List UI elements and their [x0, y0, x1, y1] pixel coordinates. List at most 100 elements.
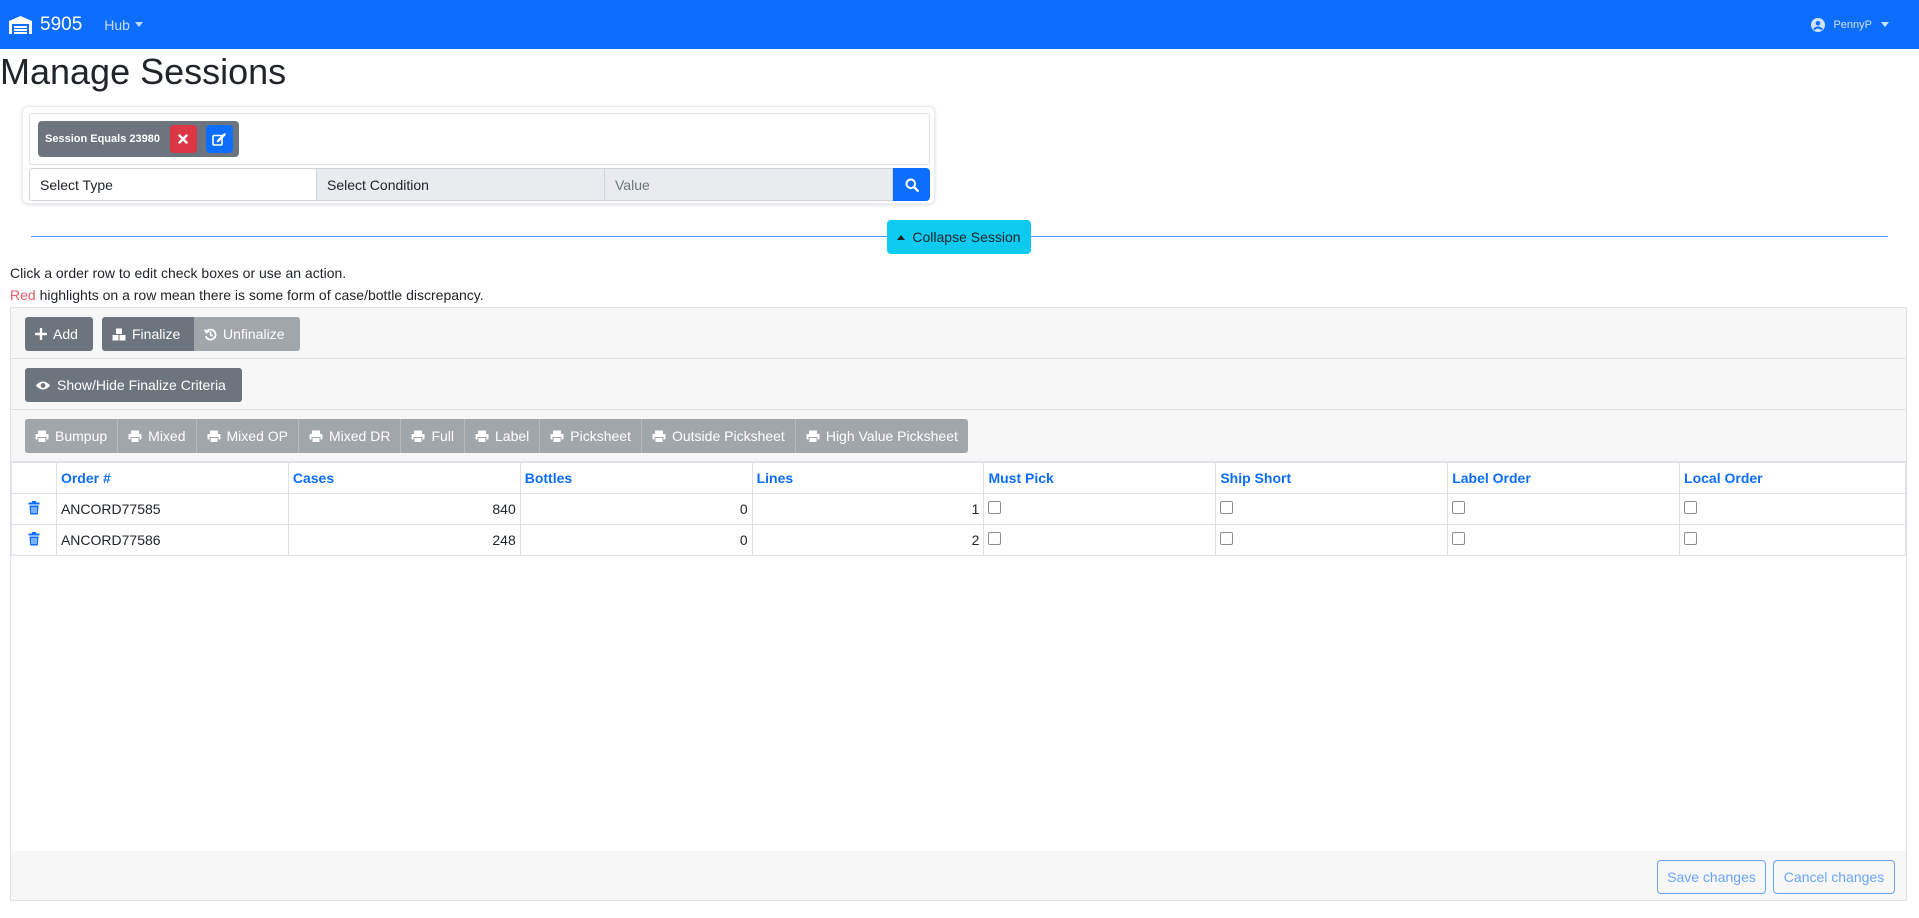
ship-short-checkbox[interactable] — [1220, 531, 1234, 545]
table-row[interactable]: ANCORD77586 248 0 2 — [11, 524, 1906, 556]
print-label: Mixed DR — [328, 428, 391, 444]
select-condition-dropdown[interactable]: Select Condition — [317, 168, 605, 201]
print-icon — [309, 430, 323, 443]
orders-panel: Add Finalize Unfinalize Show/Hide Finali… — [10, 307, 1907, 901]
collapse-session-label: Collapse Session — [912, 229, 1021, 245]
print-label: Picksheet — [570, 428, 631, 444]
hub-label: Hub — [104, 16, 130, 33]
label-order-checkbox[interactable] — [1452, 531, 1466, 545]
user-menu[interactable]: PennyP — [1811, 0, 1889, 49]
bottles-cell: 0 — [519, 493, 753, 525]
value-input[interactable]: Value — [605, 168, 893, 201]
print-icon — [207, 430, 221, 443]
lines-cell: 2 — [751, 524, 985, 556]
add-label: Add — [53, 326, 78, 342]
print-icon — [550, 430, 564, 443]
print-full-button[interactable]: Full — [401, 419, 466, 453]
select-type-dropdown[interactable]: Select Type — [29, 168, 317, 201]
print-label: Full — [431, 428, 455, 444]
cancel-changes-button[interactable]: Cancel changes — [1773, 860, 1895, 894]
print-icon — [35, 430, 49, 443]
print-mixed-button[interactable]: Mixed — [118, 419, 197, 453]
save-changes-button[interactable]: Save changes — [1657, 860, 1766, 894]
column-header-label-order[interactable]: Label Order — [1447, 462, 1681, 494]
show-hide-label: Show/Hide Finalize Criteria — [57, 377, 226, 393]
print-picksheet-button[interactable]: Picksheet — [540, 419, 642, 453]
column-header-order[interactable]: Order # — [55, 462, 289, 494]
action-toolbar: Add Finalize Unfinalize — [11, 308, 1906, 359]
column-header-local-order[interactable]: Local Order — [1679, 462, 1906, 494]
search-button[interactable] — [893, 168, 930, 201]
filter-chip-label: Session Equals 23980 — [45, 133, 160, 145]
print-bumpup-button[interactable]: Bumpup — [25, 419, 119, 453]
print-icon — [411, 430, 425, 443]
print-label-button[interactable]: Label — [465, 419, 541, 453]
panel-footer — [11, 851, 1906, 900]
close-icon — [178, 134, 189, 144]
print-label: Bumpup — [55, 428, 108, 444]
print-label: Mixed — [148, 428, 186, 444]
criteria-toolbar: Show/Hide Finalize Criteria — [11, 359, 1906, 410]
bottles-cell: 0 — [519, 524, 753, 556]
edit-filter-button[interactable] — [205, 125, 233, 153]
filter-input-row: Select Type Select Condition Value — [29, 168, 930, 201]
add-button[interactable]: Add — [25, 317, 93, 351]
column-header-must-pick[interactable]: Must Pick — [983, 462, 1217, 494]
must-pick-checkbox[interactable] — [988, 531, 1002, 545]
show-hide-criteria-button[interactable]: Show/Hide Finalize Criteria — [25, 368, 242, 402]
print-label: Mixed OP — [226, 428, 288, 444]
label-order-checkbox[interactable] — [1452, 500, 1466, 514]
plus-icon — [35, 328, 47, 340]
caret-up-icon — [897, 234, 906, 240]
boxes-icon — [112, 328, 126, 340]
brand-link[interactable]: 5905 — [9, 14, 82, 36]
remove-filter-button[interactable] — [169, 125, 197, 153]
print-mixed-dr-button[interactable]: Mixed DR — [298, 419, 402, 453]
must-pick-cell — [983, 524, 1217, 556]
hub-dropdown[interactable]: Hub — [104, 17, 143, 33]
chevron-down-icon — [134, 22, 143, 27]
print-toolbar: Bumpup Mixed Mixed OP Mixed DR Full Labe… — [11, 410, 1906, 462]
search-icon — [905, 178, 919, 192]
history-icon — [204, 328, 217, 340]
collapse-session-button[interactable]: Collapse Session — [887, 220, 1031, 254]
red-word: Red — [10, 287, 36, 303]
print-label: High Value Picksheet — [825, 428, 958, 444]
column-header-bottles[interactable]: Bottles — [519, 462, 753, 494]
ship-short-cell — [1215, 493, 1449, 525]
local-order-cell — [1679, 524, 1906, 556]
print-icon — [806, 430, 820, 443]
local-order-checkbox[interactable] — [1684, 500, 1698, 514]
print-button-group: Bumpup Mixed Mixed OP Mixed DR Full Labe… — [25, 419, 968, 453]
trash-icon[interactable] — [28, 500, 40, 515]
must-pick-cell — [983, 493, 1217, 525]
edit-icon — [212, 132, 227, 146]
must-pick-checkbox[interactable] — [988, 500, 1002, 514]
print-outside-picksheet-button[interactable]: Outside Picksheet — [641, 419, 796, 453]
ship-short-checkbox[interactable] — [1220, 500, 1234, 514]
print-icon — [475, 430, 489, 443]
print-mixed-op-button[interactable]: Mixed OP — [196, 419, 299, 453]
unfinalize-button[interactable]: Unfinalize — [194, 317, 300, 351]
cases-cell: 248 — [287, 524, 521, 556]
username: PennyP — [1833, 18, 1872, 31]
print-label: Label — [495, 428, 530, 444]
print-icon — [652, 430, 666, 443]
eye-icon — [35, 381, 51, 389]
column-header-ship-short[interactable]: Ship Short — [1215, 462, 1449, 494]
table-row[interactable]: ANCORD77585 840 0 1 — [11, 493, 1906, 525]
column-header-cases[interactable]: Cases — [287, 462, 521, 494]
finalize-button[interactable]: Finalize — [102, 317, 194, 351]
filter-chip-area: Session Equals 23980 — [29, 113, 930, 165]
filter-card: Session Equals 23980 Select Type Select … — [22, 106, 935, 204]
local-order-checkbox[interactable] — [1684, 531, 1698, 545]
trash-icon[interactable] — [28, 531, 40, 546]
label-order-cell — [1447, 493, 1681, 525]
page-title: Manage Sessions — [0, 51, 287, 92]
print-label: Outside Picksheet — [671, 428, 785, 444]
info-text-discrepancy: Red highlights on a row mean there is so… — [10, 287, 484, 303]
table-header-row: Order # Cases Bottles Lines Must Pick Sh… — [11, 462, 1906, 494]
column-header-lines[interactable]: Lines — [751, 462, 985, 494]
print-high-value-picksheet-button[interactable]: High Value Picksheet — [795, 419, 968, 453]
order-number-cell: ANCORD77586 — [55, 524, 289, 556]
